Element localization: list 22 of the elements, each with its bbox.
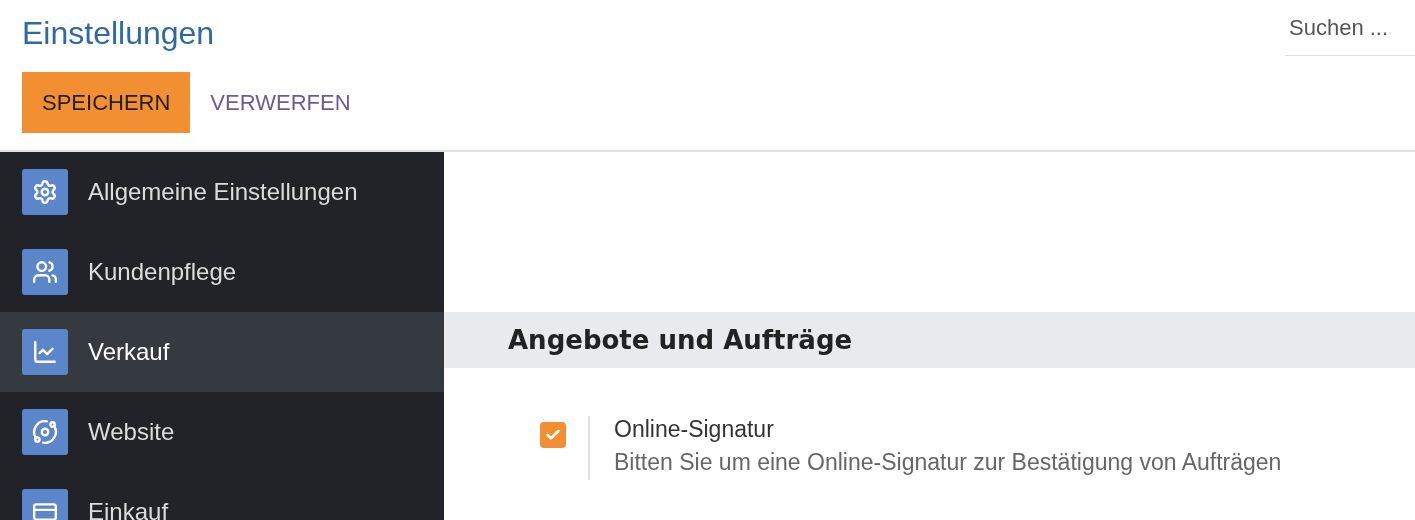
setting-label: Online-Signatur [614,416,775,443]
checkbox[interactable] [540,422,566,448]
check-icon [545,427,561,443]
sidebar-item-label: Kundenpflege [88,258,237,286]
page-title: Einstellungen [22,14,216,53]
sidebar-item-label: Verkauf [88,338,170,366]
sidebar-item[interactable]: Website [0,392,444,472]
sidebar-item[interactable]: Verkauf [0,312,444,392]
orbit-icon [22,409,68,455]
sidebar-item[interactable]: Allgemeine Einstellungen [0,152,444,232]
sidebar-item[interactable]: Kundenpflege [0,232,444,312]
sidebar-item[interactable]: Einkauf [0,472,444,520]
discard-button[interactable]: VERWERFEN [190,72,371,133]
setting-description: Bitten Sie um eine Online-Signatur zur Bestätigung von Aufträgen [614,449,1282,476]
chart-icon [22,329,68,375]
gear-icon [22,169,68,215]
sidebar-item-label: Einkauf [88,498,169,520]
sidebar-item-label: Allgemeine Einstellungen [88,178,358,206]
section-title: Angebote und Aufträge [444,312,1415,368]
save-button[interactable]: SPEICHERN [22,72,191,133]
users-icon [22,249,68,295]
sidebar-item-label: Website [88,418,175,446]
